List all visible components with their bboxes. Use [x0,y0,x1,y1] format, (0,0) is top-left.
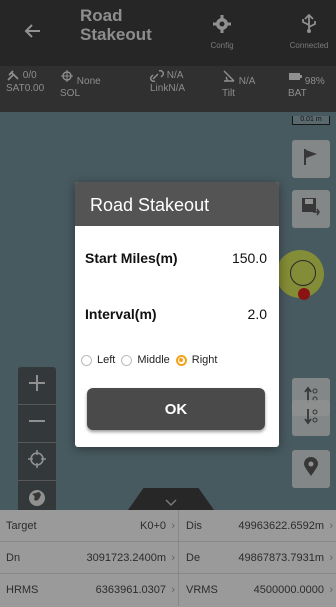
radio-middle-circle[interactable] [121,354,133,366]
interval-value[interactable]: 2.0 [248,306,267,322]
start-miles-value[interactable]: 150.0 [232,250,267,266]
ok-button[interactable]: OK [87,388,265,430]
side-radio-group: Left Middle Right [81,354,277,366]
radio-left[interactable]: Left [81,354,115,366]
start-miles-field[interactable]: Start Miles(m) 150.0 [85,250,271,266]
radio-middle[interactable]: Middle [121,354,170,366]
radio-right-label: Right [191,354,218,366]
radio-middle-label: Middle [137,354,170,366]
radio-right-circle[interactable] [175,354,187,366]
interval-field[interactable]: Interval(m) 2.0 [85,306,271,322]
road-stakeout-dialog: Road Stakeout Start Miles(m) 150.0 Inter… [75,182,279,447]
dialog-title: Road Stakeout [75,182,279,226]
radio-right[interactable]: Right [175,354,218,366]
radio-left-circle[interactable] [81,354,92,366]
interval-label: Interval(m) [85,306,157,322]
start-miles-label: Start Miles(m) [85,250,178,266]
radio-left-label: Left [97,354,116,366]
